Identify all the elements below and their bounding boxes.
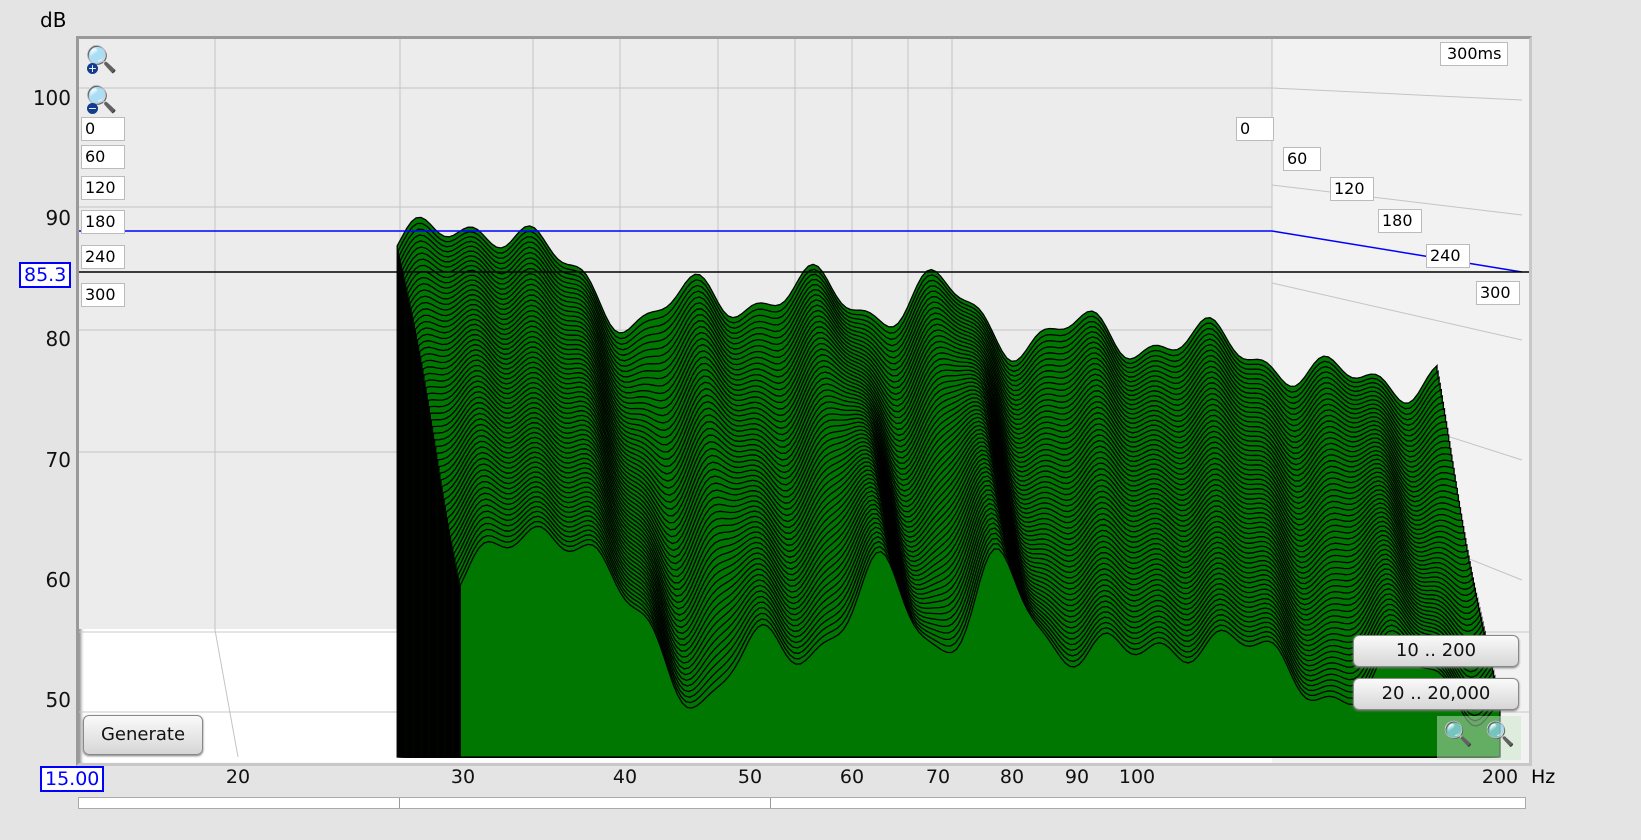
x-tick: 60: [839, 766, 865, 788]
y-tick: 60: [45, 568, 71, 592]
generate-button[interactable]: Generate: [83, 715, 203, 755]
y-tick: 50: [45, 688, 71, 712]
time-label: 0: [81, 117, 125, 141]
zoom-in-icon[interactable]: 🔍 +: [85, 45, 119, 79]
time-label: 120: [81, 176, 125, 200]
x-tick: 40: [612, 766, 638, 788]
scrollbar-thumb[interactable]: [399, 798, 771, 808]
x-tick: 20: [225, 766, 251, 788]
time-span-label: 300ms: [1440, 42, 1509, 66]
waterfall-plot[interactable]: 🔍 + 🔍 − 0 60 120 180 240 300 0 60 120 180 …: [76, 36, 1532, 766]
x-tick: 80: [999, 766, 1025, 788]
x-zoom-out-icon[interactable]: 🔍: [1443, 720, 1473, 748]
range-20-20000-button[interactable]: 20 .. 20,000: [1353, 678, 1519, 710]
y-cursor-value[interactable]: 85.3: [19, 262, 72, 288]
time-label: 180: [81, 210, 125, 234]
x-zoom-in-icon[interactable]: 🔍: [1485, 720, 1515, 748]
horizontal-scrollbar[interactable]: [78, 797, 1526, 809]
x-tick: 100: [1118, 766, 1156, 788]
y-axis-unit: dB: [40, 8, 67, 32]
x-tick: 50: [737, 766, 763, 788]
x-start-value[interactable]: 15.00: [40, 766, 105, 792]
x-tick: 200: [1481, 766, 1519, 788]
x-tick: 70: [925, 766, 951, 788]
time-label: 240: [1426, 244, 1470, 268]
time-label: 120: [1330, 177, 1374, 201]
x-zoom-controls: 🔍 🔍: [1437, 716, 1521, 760]
range-10-200-button[interactable]: 10 .. 200: [1353, 635, 1519, 667]
time-label: 300: [81, 283, 125, 307]
x-tick: 90: [1064, 766, 1090, 788]
y-tick: 70: [45, 448, 71, 472]
y-tick: 100: [32, 86, 71, 110]
time-label: 240: [81, 245, 125, 269]
time-label: 0: [1236, 117, 1274, 141]
time-label: 300: [1476, 281, 1520, 305]
x-tick: 30: [450, 766, 476, 788]
y-tick: 90: [45, 206, 71, 230]
zoom-out-icon[interactable]: 🔍 −: [85, 85, 119, 119]
time-label: 180: [1378, 209, 1422, 233]
time-label: 60: [81, 145, 125, 169]
y-tick: 80: [45, 327, 71, 351]
x-axis-unit: Hz: [1531, 766, 1556, 788]
time-label: 60: [1283, 147, 1321, 171]
grid-line: [214, 629, 239, 758]
